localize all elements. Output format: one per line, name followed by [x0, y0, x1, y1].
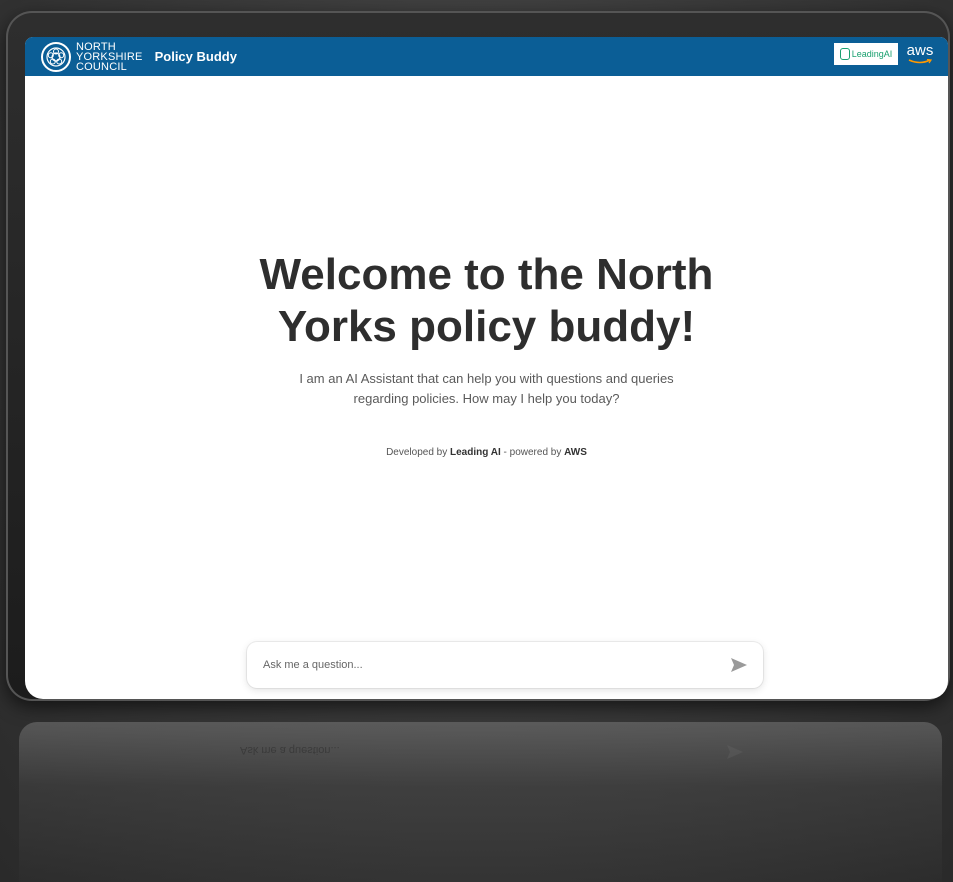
device-frame: NORTH YORKSHIRE COUNCIL Policy Buddy Lea… — [6, 11, 950, 701]
send-arrow-icon[interactable] — [729, 655, 749, 675]
credit-prefix: Developed by — [386, 447, 448, 458]
chat-input-box — [247, 642, 763, 688]
council-line-1: NORTH — [76, 40, 116, 53]
credit-line: Developed by Leading AI - powered by AWS — [25, 447, 948, 458]
aws-smile-icon — [908, 59, 932, 64]
council-line-3: COUNCIL — [76, 60, 127, 73]
reflection-text: Ask me a question... — [240, 744, 340, 756]
question-input[interactable] — [261, 658, 729, 672]
leading-ai-logo-text: LeadingAI — [851, 49, 893, 59]
council-line-2: YORKSHIRE — [76, 50, 143, 63]
welcome-title: Welcome to the North Yorks policy buddy! — [259, 250, 714, 351]
credit-developer: Leading AI — [450, 447, 501, 458]
app-screen: NORTH YORKSHIRE COUNCIL Policy Buddy Lea… — [25, 37, 948, 699]
reflection-arrow-icon — [727, 745, 743, 759]
leading-ai-mark-icon — [839, 48, 850, 60]
rose-emblem-icon — [41, 41, 71, 72]
aws-logo: aws — [906, 42, 934, 64]
council-name: NORTH YORKSHIRE COUNCIL — [76, 40, 143, 73]
welcome-section: Welcome to the North Yorks policy buddy!… — [25, 249, 948, 458]
partner-logos: LeadingAI aws — [834, 43, 934, 65]
top-bar: NORTH YORKSHIRE COUNCIL Policy Buddy Lea… — [25, 37, 948, 76]
credit-platform: AWS — [564, 447, 587, 458]
app-title: Policy Buddy — [154, 49, 237, 64]
credit-middle: - powered by — [503, 447, 562, 458]
council-logo[interactable]: NORTH YORKSHIRE COUNCIL — [41, 40, 143, 73]
screen-reflection: Ask me a question... — [19, 722, 942, 882]
leading-ai-logo: LeadingAI — [834, 43, 898, 65]
welcome-subtitle: I am an AI Assistant that can help you w… — [299, 371, 674, 406]
aws-logo-text: aws — [906, 42, 934, 59]
